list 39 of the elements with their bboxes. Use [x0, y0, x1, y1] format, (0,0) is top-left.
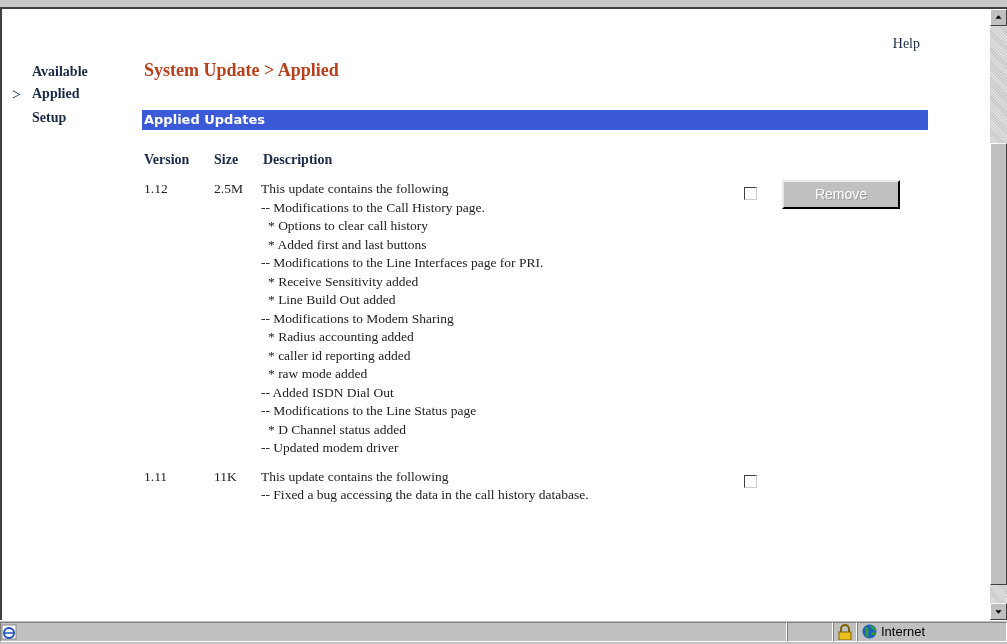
description-line: * Line Build Out added	[267, 291, 397, 309]
description-line: -- Modifications to the Call History page.	[261, 198, 486, 217]
lock-icon	[838, 623, 852, 640]
checkbox[interactable]	[744, 474, 757, 488]
version-cell-text: 1.11	[143, 467, 169, 486]
description-line: * Radius accounting added	[267, 328, 415, 346]
size-cell-text: 11K	[213, 467, 238, 486]
description-line: -- Modifications to the Line Interfaces page for PRI.	[261, 254, 545, 272]
column-header: Description	[262, 151, 334, 169]
page-title: System Update > Applied	[144, 59, 340, 82]
description-line: * Options to clear call history	[267, 217, 430, 235]
description-line: * Receive Sensitivity added	[267, 272, 420, 291]
description-line: * Added first and last buttons	[267, 235, 428, 254]
description-line: This update contains the following	[261, 180, 450, 198]
column-header: Version	[143, 151, 191, 169]
selection-marker: >	[12, 85, 23, 105]
sidebar-link[interactable]: Available	[32, 61, 88, 83]
sidebar-link[interactable]: Setup	[32, 107, 67, 129]
description-line: * raw mode added	[267, 365, 369, 383]
help-link[interactable]: Help	[892, 36, 920, 51]
version-cell-text: 1.12	[143, 180, 169, 198]
scroll-up-icon[interactable]	[990, 9, 1007, 26]
column-header: Size	[213, 151, 240, 169]
checkbox[interactable]	[744, 187, 757, 200]
description-line: -- Modifications to the Line Status page	[261, 402, 478, 420]
description-line: * D Channel status added	[267, 420, 407, 439]
size-cell-text: 2.5M	[213, 180, 244, 198]
description-line: -- Updated modem driver	[261, 439, 400, 457]
description-line: -- Modifications to Modem Sharing	[261, 309, 455, 328]
description-line: This update contains the following	[261, 467, 450, 486]
globe-icon	[862, 624, 877, 639]
zone-label: Internet	[881, 622, 926, 641]
section-header: Applied Updates	[142, 110, 928, 130]
description-line: * caller id reporting added	[267, 346, 412, 365]
scrollbar-thumb[interactable]	[990, 143, 1007, 585]
description-line: -- Fixed a bug accessing the data in the call history database.	[261, 486, 590, 504]
scroll-down-icon[interactable]	[990, 603, 1007, 620]
sidebar-link[interactable]: Applied	[32, 83, 80, 107]
description-line: -- Added ISDN Dial Out	[261, 383, 395, 402]
